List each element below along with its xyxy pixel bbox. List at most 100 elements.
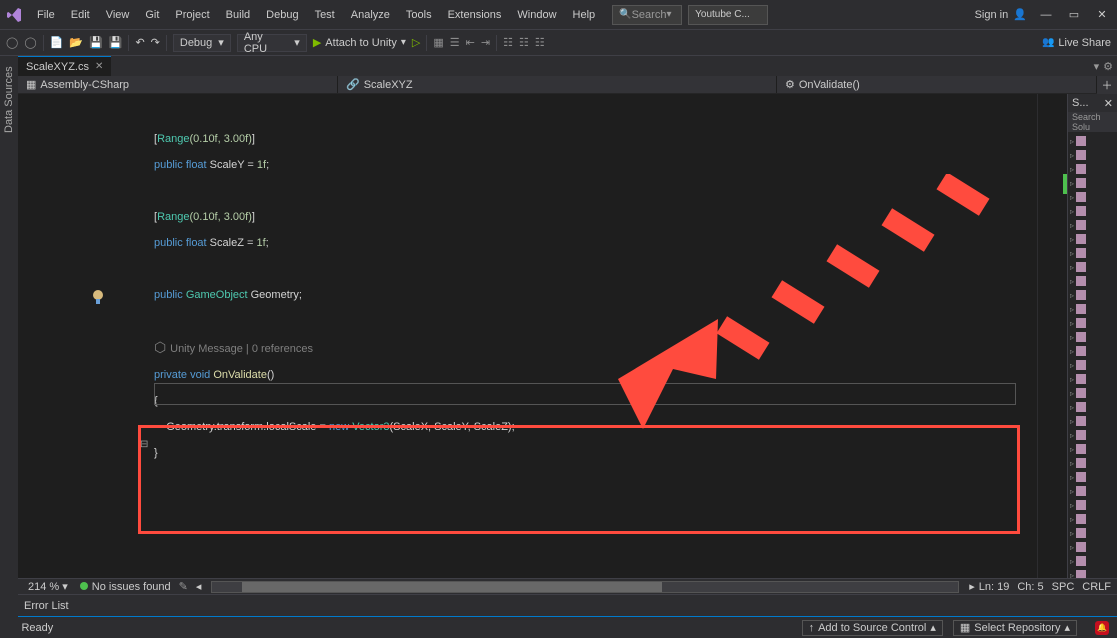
- tree-row[interactable]: ▹: [1070, 288, 1115, 302]
- tool-icon[interactable]: ✎: [175, 580, 192, 593]
- char-indicator[interactable]: Ch: 5: [1017, 581, 1043, 593]
- solution-explorer[interactable]: S...✕ Search Solu ▹ ▹ ▹ ▹ ▹ ▹ ▹ ▹ ▹ ▹ ▹ …: [1067, 94, 1117, 578]
- minimap[interactable]: [1037, 94, 1067, 578]
- tree-row[interactable]: ▹: [1070, 148, 1115, 162]
- solution-search[interactable]: Search Solu: [1068, 112, 1117, 132]
- tree-row[interactable]: ▹: [1070, 246, 1115, 260]
- file-tab[interactable]: ScaleXYZ.cs✕: [18, 56, 111, 76]
- new-item-icon[interactable]: 📄: [50, 36, 64, 49]
- tree-row[interactable]: ▹: [1070, 260, 1115, 274]
- start-no-debug-icon[interactable]: ▷: [412, 36, 420, 49]
- tab-close-icon[interactable]: ✕: [95, 61, 103, 72]
- zoom-dropdown[interactable]: 214 % ▾: [24, 580, 72, 593]
- tab-dropdown-icon[interactable]: ▾: [1094, 60, 1100, 73]
- tree-row[interactable]: ▹: [1070, 526, 1115, 540]
- tree-row[interactable]: ▹: [1070, 568, 1115, 578]
- menu-test[interactable]: Test: [308, 5, 342, 25]
- restore-button[interactable]: ▭: [1065, 6, 1083, 24]
- tree-row[interactable]: ▹: [1070, 344, 1115, 358]
- eol-indicator[interactable]: CRLF: [1082, 581, 1111, 593]
- tree-row[interactable]: ▹: [1070, 470, 1115, 484]
- open-icon[interactable]: 📂: [69, 36, 83, 49]
- save-all-icon[interactable]: 💾: [109, 36, 123, 49]
- platform-dropdown[interactable]: Any CPU ▾: [237, 34, 307, 52]
- toolbar-icon[interactable]: ☷: [535, 36, 545, 49]
- lightbulb-icon[interactable]: [88, 288, 108, 308]
- live-share-button[interactable]: 👥 Live Share: [1042, 37, 1111, 49]
- tree-row[interactable]: ▹: [1070, 274, 1115, 288]
- toolbar-icon[interactable]: ⇥: [481, 36, 490, 49]
- menu-debug[interactable]: Debug: [259, 5, 305, 25]
- toolbar-icon[interactable]: ☷: [519, 36, 529, 49]
- tree-row[interactable]: ▹: [1070, 554, 1115, 568]
- toolbar-icon[interactable]: ⇤: [466, 36, 475, 49]
- config-dropdown[interactable]: Debug ▾: [173, 34, 231, 52]
- collapse-icon[interactable]: ⊟: [140, 432, 148, 458]
- tree-row[interactable]: ▹: [1070, 512, 1115, 526]
- nav-back-icon[interactable]: ◯: [6, 36, 18, 49]
- toolbar-icon[interactable]: ☰: [450, 36, 460, 49]
- tree-row[interactable]: ▹: [1070, 400, 1115, 414]
- menu-edit[interactable]: Edit: [64, 5, 97, 25]
- code-editor[interactable]: [Range(0.10f, 3.00f)] public float Scale…: [18, 94, 1037, 578]
- tree-row[interactable]: ▹: [1070, 162, 1115, 176]
- tree-row[interactable]: ▹: [1070, 456, 1115, 470]
- menu-project[interactable]: Project: [168, 5, 216, 25]
- tree-row[interactable]: ▹: [1070, 414, 1115, 428]
- line-indicator[interactable]: Ln: 19: [979, 581, 1010, 593]
- nav-member[interactable]: ⚙ OnValidate(): [777, 76, 1097, 93]
- tree-row[interactable]: ▹: [1070, 484, 1115, 498]
- tree-row[interactable]: ▹: [1070, 540, 1115, 554]
- undo-icon[interactable]: ↶: [135, 36, 144, 49]
- tree-row[interactable]: ▹: [1070, 232, 1115, 246]
- tree-row[interactable]: ▹: [1070, 372, 1115, 386]
- issues-indicator[interactable]: No issues found: [72, 581, 175, 593]
- tree-row[interactable]: ▹: [1070, 330, 1115, 344]
- minimize-button[interactable]: —: [1037, 6, 1055, 24]
- menu-extensions[interactable]: Extensions: [441, 5, 509, 25]
- save-icon[interactable]: 💾: [89, 36, 103, 49]
- tree-row[interactable]: ▹: [1070, 358, 1115, 372]
- add-source-control-button[interactable]: ↑ Add to Source Control ▴: [802, 620, 943, 636]
- close-button[interactable]: ✕: [1093, 6, 1111, 24]
- tree-row[interactable]: ▹: [1070, 442, 1115, 456]
- toolbar-icon[interactable]: ☷: [503, 36, 513, 49]
- tree-row[interactable]: ▹: [1070, 428, 1115, 442]
- nav-class[interactable]: 🔗 ScaleXYZ: [338, 76, 777, 93]
- left-tool-rail[interactable]: Data Sources: [0, 56, 18, 632]
- split-plus-icon[interactable]: ＋: [1097, 76, 1117, 94]
- redo-icon[interactable]: ↷: [151, 36, 160, 49]
- horizontal-scrollbar[interactable]: [211, 581, 959, 593]
- error-list-tab[interactable]: Error List: [18, 594, 1117, 616]
- tab-settings-icon[interactable]: ⚙: [1103, 60, 1113, 73]
- indent-indicator[interactable]: SPC: [1052, 581, 1075, 593]
- panel-close-icon[interactable]: ✕: [1104, 97, 1113, 110]
- start-debug-button[interactable]: ▶Attach to Unity ▾: [313, 36, 406, 49]
- menu-window[interactable]: Window: [510, 5, 563, 25]
- menu-tools[interactable]: Tools: [399, 5, 439, 25]
- code-area[interactable]: [Range(0.10f, 3.00f)] public float Scale…: [154, 94, 1037, 492]
- data-sources-tab[interactable]: Data Sources: [3, 66, 15, 133]
- tree-row[interactable]: ▹: [1070, 190, 1115, 204]
- toolbar-icon[interactable]: ▦: [433, 36, 443, 49]
- solution-tree[interactable]: ▹ ▹ ▹ ▹ ▹ ▹ ▹ ▹ ▹ ▹ ▹ ▹ ▹ ▹ ▹ ▹ ▹ ▹ ▹ ▹ …: [1068, 132, 1117, 578]
- scroll-left-icon[interactable]: ◂: [192, 580, 206, 593]
- menu-view[interactable]: View: [99, 5, 137, 25]
- tree-row[interactable]: ▹: [1070, 204, 1115, 218]
- menu-build[interactable]: Build: [219, 5, 257, 25]
- menu-help[interactable]: Help: [566, 5, 603, 25]
- tree-row[interactable]: ▹: [1070, 316, 1115, 330]
- scroll-right-icon[interactable]: ▸: [965, 580, 979, 593]
- tree-row[interactable]: ▹: [1070, 498, 1115, 512]
- notification-bell-icon[interactable]: 🔔: [1095, 621, 1109, 635]
- menu-file[interactable]: File: [30, 5, 62, 25]
- tree-row[interactable]: ▹: [1070, 176, 1115, 190]
- search-box[interactable]: 🔍 Search ▾: [612, 5, 682, 25]
- menu-git[interactable]: Git: [138, 5, 166, 25]
- menu-analyze[interactable]: Analyze: [344, 5, 397, 25]
- sign-in-button[interactable]: Sign in 👤: [975, 8, 1027, 21]
- select-repo-button[interactable]: ▦ Select Repository ▴: [953, 620, 1077, 636]
- tree-row[interactable]: ▹: [1070, 218, 1115, 232]
- nav-fwd-icon[interactable]: ◯: [24, 36, 36, 49]
- tree-row[interactable]: ▹: [1070, 386, 1115, 400]
